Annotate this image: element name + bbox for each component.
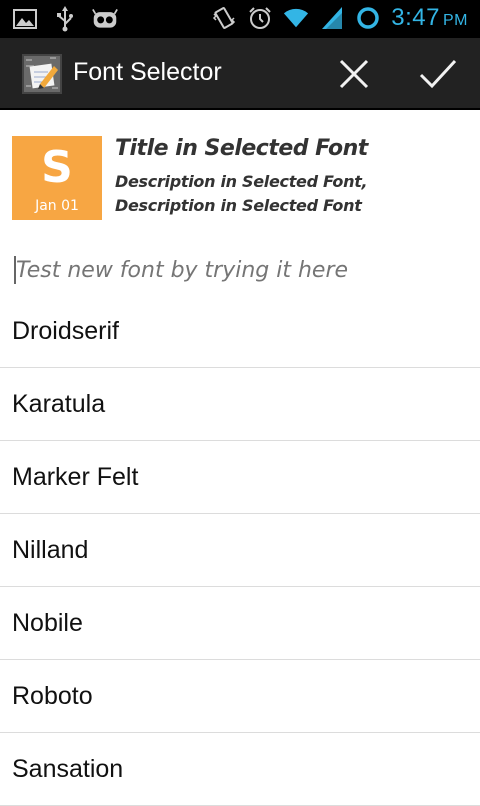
preview-description: Description in Selected Font, Descriptio…	[115, 172, 368, 215]
check-icon	[419, 59, 457, 89]
badge-date: Jan 01	[35, 198, 79, 214]
font-preview: S Jan 01 Title in Selected Font Descript…	[12, 136, 468, 226]
image-icon	[12, 6, 38, 32]
font-list: Droidserif Karatula Marker Felt Nilland …	[0, 295, 480, 806]
clock-ampm: PM	[443, 12, 468, 29]
confirm-button[interactable]	[410, 48, 466, 100]
page-title: Font Selector	[73, 58, 222, 86]
font-list-item[interactable]: Marker Felt	[0, 441, 480, 514]
notebook-icon[interactable]	[20, 52, 64, 96]
status-bar: 3:47 PM	[0, 0, 480, 38]
close-button[interactable]	[326, 48, 382, 100]
vibrate-icon	[211, 5, 237, 31]
font-list-item[interactable]: Nobile	[0, 587, 480, 660]
wifi-icon	[283, 5, 309, 31]
status-right-icons: 3:47 PM	[211, 4, 468, 32]
clock: 3:47 PM	[391, 4, 468, 32]
sync-icon	[355, 5, 381, 31]
badge-letter: S	[41, 142, 73, 193]
font-list-item[interactable]: Droidserif	[0, 295, 480, 368]
alarm-icon	[247, 5, 273, 31]
font-list-item[interactable]: Roboto	[0, 660, 480, 733]
usb-icon	[52, 6, 78, 32]
action-bar: Font Selector	[0, 38, 480, 110]
font-list-item[interactable]: Sansation	[0, 733, 480, 806]
font-list-item[interactable]: Nilland	[0, 514, 480, 587]
preview-title: Title in Selected Font	[115, 136, 368, 161]
font-test-input[interactable]	[12, 250, 468, 290]
clock-time: 3:47	[391, 4, 440, 31]
font-list-item[interactable]: Karatula	[0, 368, 480, 441]
android-icon	[92, 6, 118, 32]
signal-icon	[319, 5, 345, 31]
close-icon	[339, 59, 369, 89]
status-left-icons	[12, 6, 118, 32]
date-badge: S Jan 01	[12, 136, 102, 220]
